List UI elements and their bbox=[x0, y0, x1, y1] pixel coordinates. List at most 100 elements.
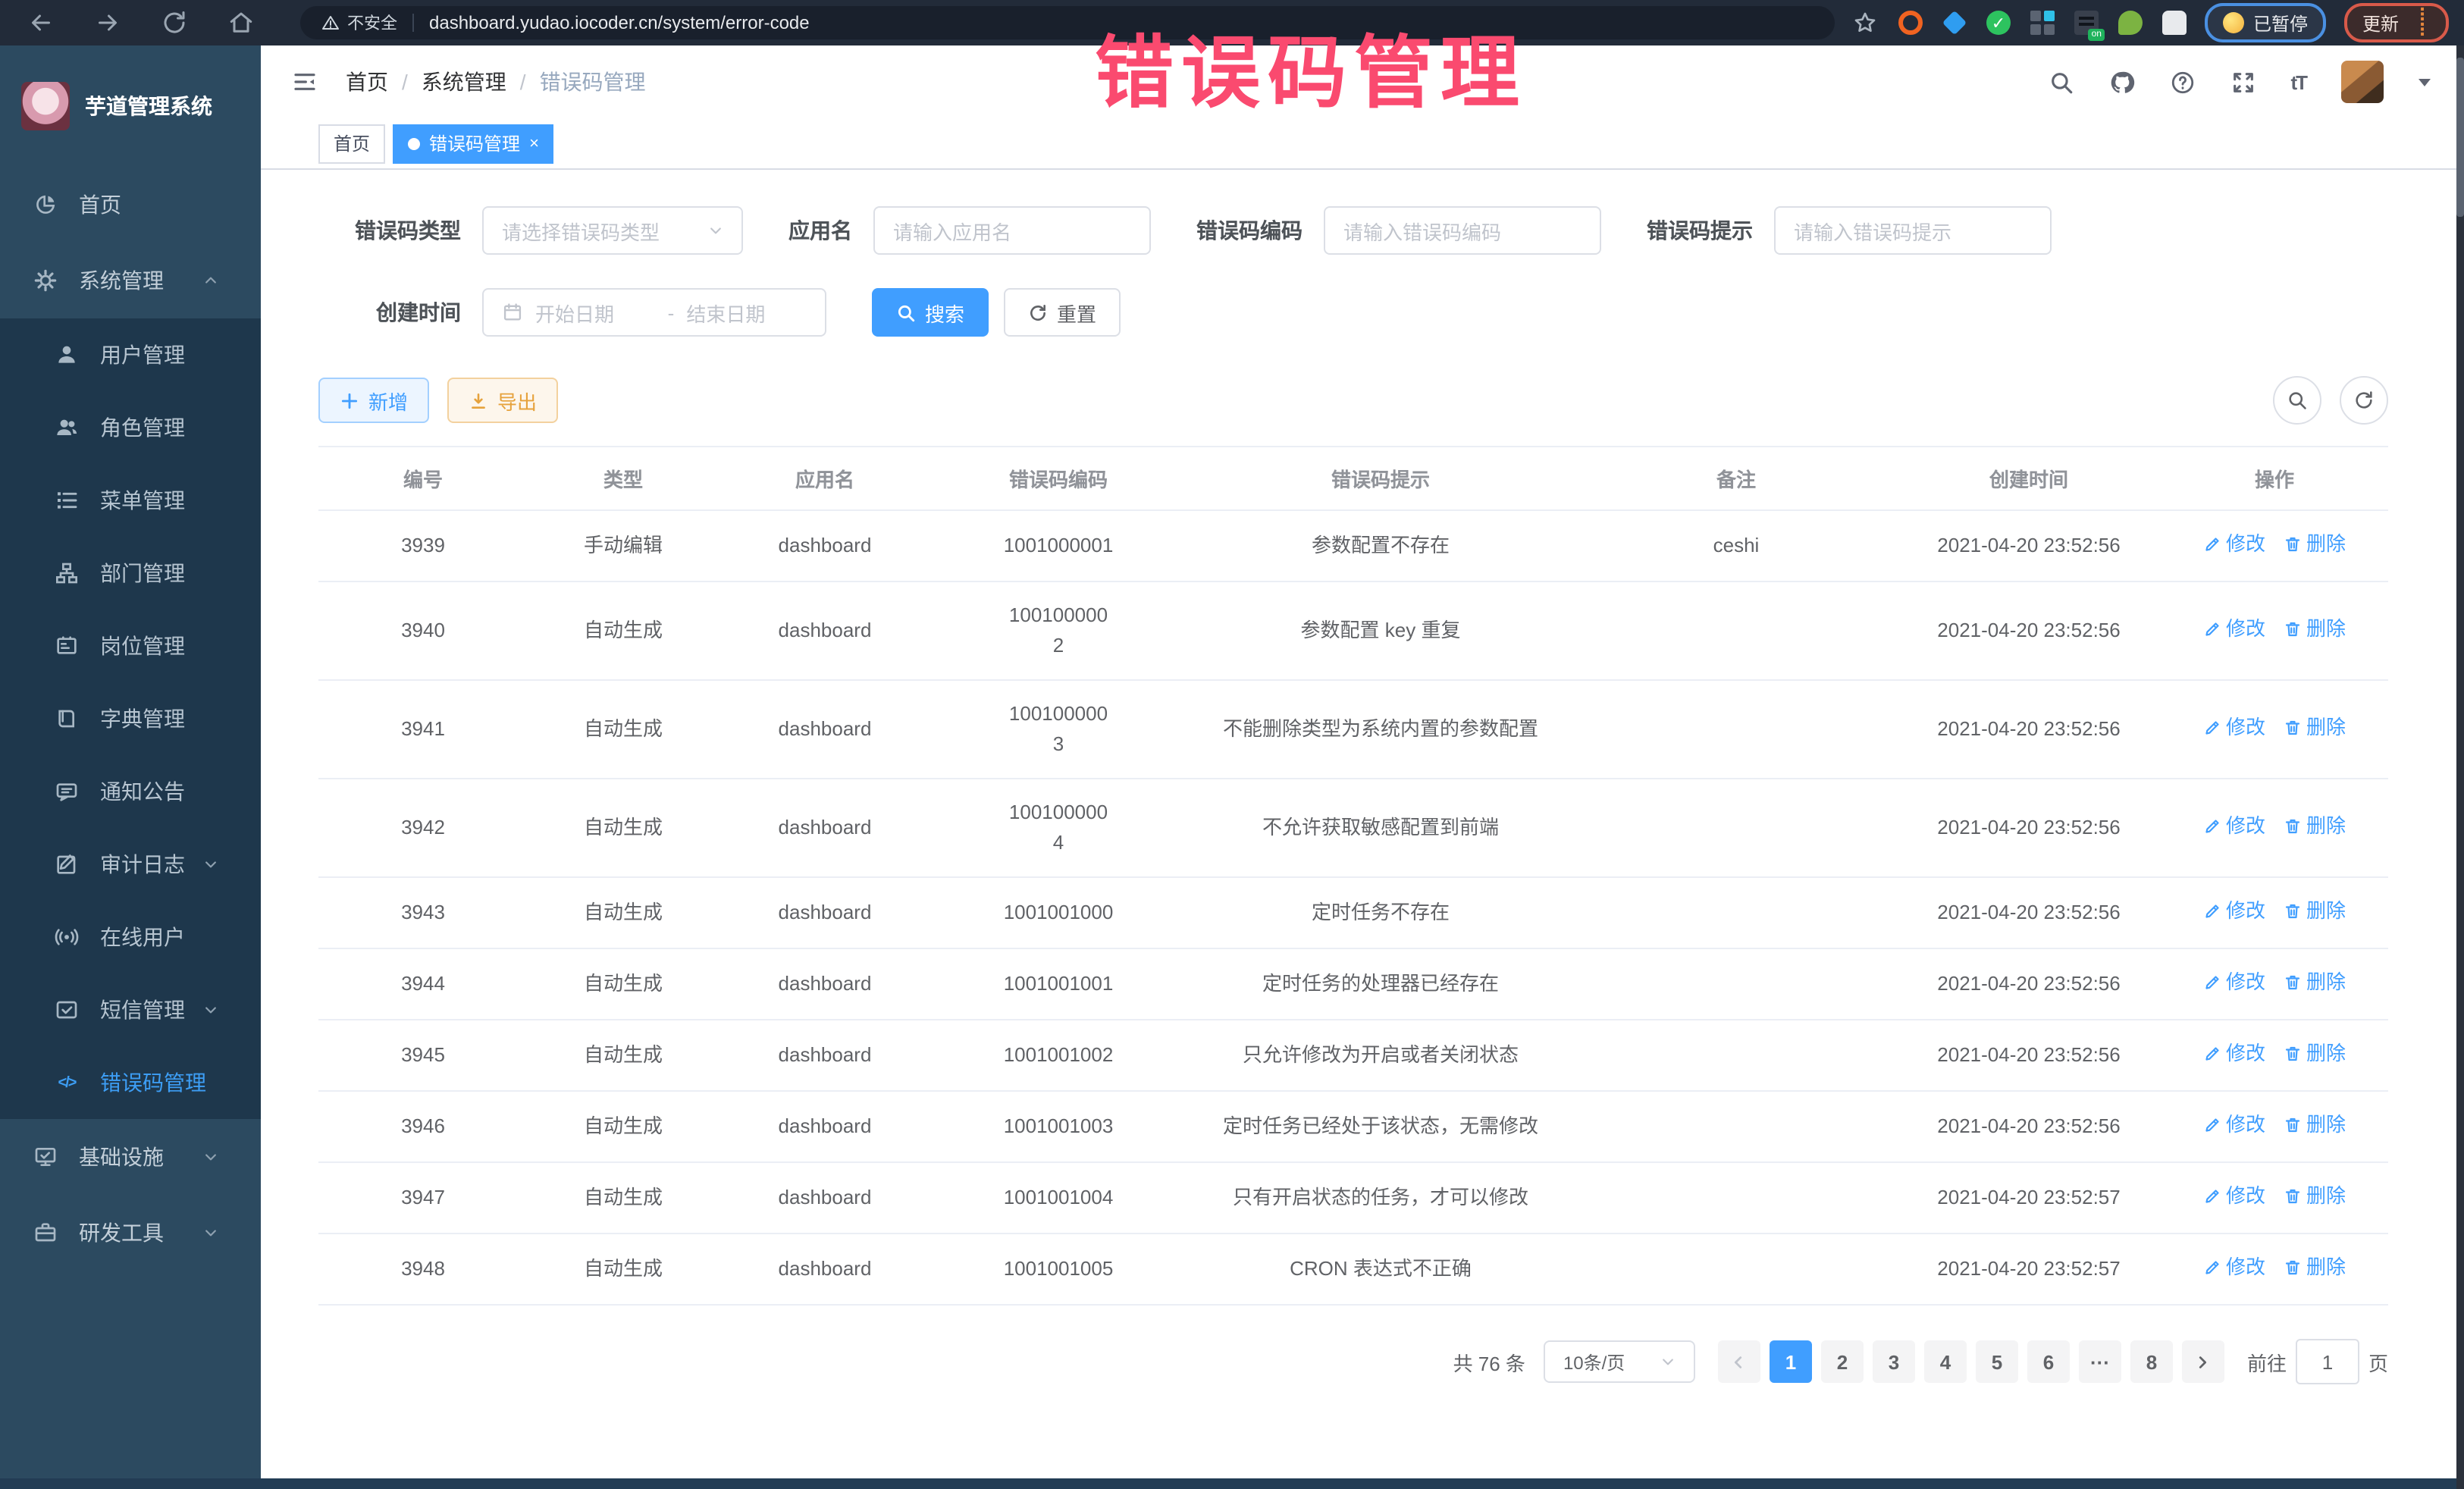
edit-link[interactable]: 修改 bbox=[2203, 1110, 2265, 1140]
avatar-caret-down-icon[interactable] bbox=[2419, 78, 2431, 86]
tab-首页[interactable]: 首页 bbox=[318, 124, 385, 163]
browser-menu-icon[interactable]: ⋮⋮ bbox=[2414, 8, 2431, 38]
delete-link[interactable]: 删除 bbox=[2284, 811, 2346, 842]
edit-link[interactable]: 修改 bbox=[2203, 967, 2265, 998]
address-bar[interactable]: 不安全 dashboard.yudao.iocoder.cn/system/er… bbox=[300, 6, 1835, 39]
tab-错误码管理[interactable]: 错误码管理× bbox=[393, 124, 554, 163]
back-icon[interactable] bbox=[27, 9, 55, 36]
page-scrollbar[interactable] bbox=[2456, 45, 2464, 1489]
browser-update-button[interactable]: 更新 ⋮⋮ bbox=[2344, 3, 2449, 42]
sidebar-item-系统管理[interactable]: 系统管理 bbox=[0, 243, 261, 318]
github-icon[interactable] bbox=[2108, 69, 2134, 95]
forward-icon[interactable] bbox=[94, 9, 121, 36]
sidebar-item-首页[interactable]: 首页 bbox=[0, 167, 261, 243]
app-name-input[interactable]: 请输入应用名 bbox=[873, 206, 1151, 255]
cell-create-time: 2021-04-20 23:52:56 bbox=[1897, 680, 2161, 779]
delete-link[interactable]: 删除 bbox=[2284, 967, 2346, 998]
page-button-2[interactable]: 2 bbox=[1821, 1340, 1864, 1383]
error-hint-input[interactable]: 请输入错误码提示 bbox=[1774, 206, 2052, 255]
error-code-placeholder: 请输入错误码编码 bbox=[1343, 216, 1582, 245]
home-icon[interactable] bbox=[227, 9, 255, 36]
edit-link[interactable]: 修改 bbox=[2203, 614, 2265, 644]
sidebar-item-岗位管理[interactable]: 岗位管理 bbox=[0, 610, 261, 682]
sidebar-item-角色管理[interactable]: 角色管理 bbox=[0, 391, 261, 464]
sidebar-item-审计日志[interactable]: 审计日志 bbox=[0, 828, 261, 901]
edit-link[interactable]: 修改 bbox=[2203, 1039, 2265, 1069]
sidebar-item-通知公告[interactable]: 通知公告 bbox=[0, 755, 261, 828]
sidebar-item-错误码管理-active[interactable]: </>错误码管理 bbox=[0, 1046, 261, 1119]
edit-link[interactable]: 修改 bbox=[2203, 896, 2265, 926]
sidebar-item-基础设施[interactable]: 基础设施 bbox=[0, 1119, 261, 1195]
page-button-1[interactable]: 1 bbox=[1770, 1340, 1812, 1383]
delete-link[interactable]: 删除 bbox=[2284, 1252, 2346, 1283]
delete-link[interactable]: 删除 bbox=[2284, 529, 2346, 560]
edit-link[interactable]: 修改 bbox=[2203, 1181, 2265, 1212]
font-size-icon[interactable]: tT bbox=[2290, 71, 2306, 93]
goto-page-input[interactable]: 1 bbox=[2296, 1339, 2359, 1384]
add-button[interactable]: 新增 bbox=[318, 378, 429, 423]
collapse-sidebar-icon[interactable] bbox=[291, 70, 318, 94]
edit-link[interactable]: 修改 bbox=[2203, 713, 2265, 743]
create-time-range-picker[interactable]: 开始日期 - 结束日期 bbox=[482, 288, 826, 337]
delete-link[interactable]: 删除 bbox=[2284, 896, 2346, 926]
extension-key-icon[interactable] bbox=[2118, 11, 2143, 35]
extension-ring-icon[interactable] bbox=[1898, 11, 1923, 35]
hide-search-circle-button[interactable] bbox=[2273, 376, 2321, 425]
edit-link[interactable]: 修改 bbox=[2203, 529, 2265, 560]
extension-list-on-icon[interactable]: on bbox=[2074, 11, 2099, 35]
delete-link[interactable]: 删除 bbox=[2284, 614, 2346, 644]
reload-icon[interactable] bbox=[161, 9, 188, 36]
extension-grid-icon[interactable] bbox=[2030, 11, 2055, 35]
edit-link[interactable]: 修改 bbox=[2203, 1252, 2265, 1283]
prev-page-button[interactable] bbox=[1718, 1340, 1760, 1383]
breadcrumb-item-系统管理[interactable]: 系统管理 bbox=[422, 67, 506, 97]
extension-check-icon[interactable]: ✓ bbox=[1986, 11, 2011, 35]
breadcrumb-item-首页[interactable]: 首页 bbox=[346, 67, 388, 97]
search-icon[interactable] bbox=[2048, 69, 2074, 95]
next-page-button[interactable] bbox=[2182, 1340, 2224, 1383]
error-code-input[interactable]: 请输入错误码编码 bbox=[1324, 206, 1601, 255]
column-header-类型: 类型 bbox=[528, 447, 719, 510]
page-button-3[interactable]: 3 bbox=[1873, 1340, 1915, 1383]
edit-label: 修改 bbox=[2226, 811, 2265, 842]
extension-gem-icon[interactable] bbox=[1942, 11, 1967, 36]
scrollbar-thumb[interactable] bbox=[2456, 58, 2464, 217]
chevron-down-icon bbox=[203, 1002, 218, 1017]
delete-link[interactable]: 删除 bbox=[2284, 1110, 2346, 1140]
app-logo-row[interactable]: 芋道管理系统 bbox=[0, 45, 261, 167]
sidebar-item-字典管理[interactable]: 字典管理 bbox=[0, 682, 261, 755]
cell-type: 自动生成 bbox=[528, 1020, 719, 1091]
sidebar-item-菜单管理[interactable]: 菜单管理 bbox=[0, 464, 261, 537]
user-avatar[interactable] bbox=[2341, 61, 2384, 103]
page-button-5[interactable]: 5 bbox=[1976, 1340, 2018, 1383]
filter-label-error-code: 错误码编码 bbox=[1196, 215, 1303, 246]
cell-error-hint: 不能删除类型为系统内置的参数配置 bbox=[1186, 680, 1575, 779]
refresh-circle-button[interactable] bbox=[2340, 376, 2388, 425]
page-size-select[interactable]: 10条/页 bbox=[1544, 1340, 1695, 1383]
sidebar-item-用户管理[interactable]: 用户管理 bbox=[0, 318, 261, 391]
extension-puzzle-icon[interactable] bbox=[2162, 11, 2187, 35]
fullscreen-icon[interactable] bbox=[2230, 69, 2256, 95]
security-warning[interactable]: 不安全 bbox=[321, 11, 397, 35]
delete-link[interactable]: 删除 bbox=[2284, 1039, 2346, 1069]
sidebar-item-研发工具[interactable]: 研发工具 bbox=[0, 1195, 261, 1271]
delete-link[interactable]: 删除 bbox=[2284, 713, 2346, 743]
edit-icon bbox=[2203, 902, 2221, 920]
search-button[interactable]: 搜索 bbox=[872, 288, 989, 337]
reset-button[interactable]: 重置 bbox=[1004, 288, 1121, 337]
page-button-4[interactable]: 4 bbox=[1924, 1340, 1967, 1383]
page-button-8[interactable]: 8 bbox=[2130, 1340, 2173, 1383]
page-button-6[interactable]: 6 bbox=[2027, 1340, 2070, 1383]
more-pages-button[interactable]: ··· bbox=[2079, 1340, 2121, 1383]
question-icon[interactable] bbox=[2169, 69, 2195, 95]
sidebar-item-短信管理[interactable]: 短信管理 bbox=[0, 973, 261, 1046]
delete-link[interactable]: 删除 bbox=[2284, 1181, 2346, 1212]
sidebar-item-在线用户[interactable]: 在线用户 bbox=[0, 901, 261, 973]
tab-close-icon[interactable]: × bbox=[529, 134, 539, 152]
edit-link[interactable]: 修改 bbox=[2203, 811, 2265, 842]
sidebar-item-部门管理[interactable]: 部门管理 bbox=[0, 537, 261, 610]
profile-paused-pill[interactable]: 已暂停 bbox=[2205, 3, 2326, 42]
error-type-select[interactable]: 请选择错误码类型 bbox=[482, 206, 743, 255]
bookmark-star-icon[interactable] bbox=[1853, 11, 1877, 35]
export-button[interactable]: 导出 bbox=[447, 378, 558, 423]
